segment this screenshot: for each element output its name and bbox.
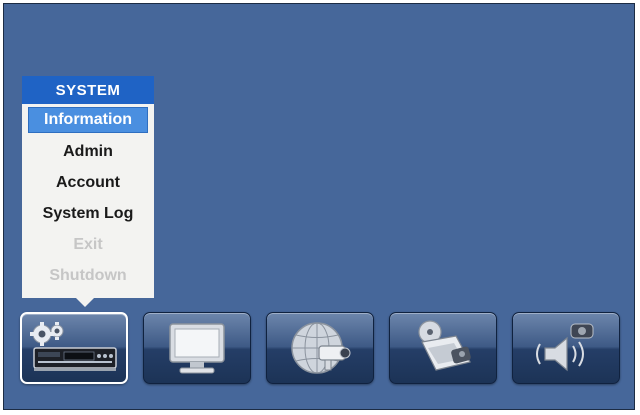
menu-pointer [76,298,94,307]
menu-item-shutdown: Shutdown [49,267,127,284]
record-button[interactable] [389,312,497,384]
display-button[interactable] [143,312,251,384]
network-globe-camera-icon [291,322,351,374]
menu-item-information[interactable]: Information [28,107,148,133]
event-button[interactable] [512,312,620,384]
menu-item-exit: Exit [73,236,103,253]
network-button[interactable] [266,312,374,384]
menu-item-account[interactable]: Account [28,170,148,196]
dvr-screen: SYSTEM Information Admin Account System … [3,3,635,410]
system-button[interactable] [20,312,128,384]
record-storage-disc-icon [418,320,471,371]
menu-item-system-log[interactable]: System Log [28,201,148,227]
menu-title: SYSTEM [22,76,154,104]
monitor-display-icon [169,323,225,374]
system-gear-dvr-icon [30,322,117,371]
menu-item-admin[interactable]: Admin [28,139,148,165]
event-alarm-speaker-icon [536,323,594,372]
system-menu: SYSTEM Information Admin Account System … [22,76,154,298]
